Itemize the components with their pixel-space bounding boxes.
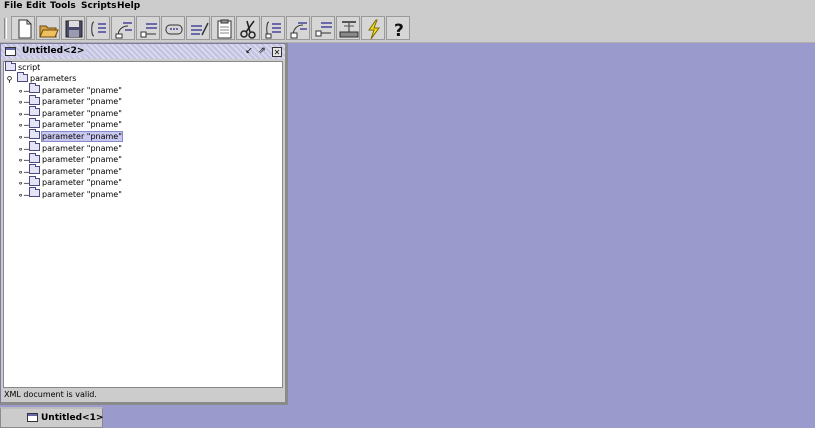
run-button[interactable] <box>361 16 385 40</box>
move-left-button[interactable] <box>286 16 310 40</box>
insert-loop-button[interactable] <box>161 16 185 40</box>
document-window: Untitled<2> ↙ ⇗ ✕ script ⚲ parameters ⚬─… <box>0 43 288 405</box>
save-button[interactable] <box>61 16 85 40</box>
tree-node-parameter[interactable]: parameter "pname" <box>29 164 122 178</box>
tree-node-parameter[interactable]: parameter "pname" <box>29 152 122 166</box>
menu-bar: File Edit Tools Scripts Help <box>0 0 815 14</box>
insert-sibling-button[interactable] <box>136 16 160 40</box>
folder-icon <box>29 187 40 198</box>
tree-node-parameter[interactable]: parameter "pname" <box>29 117 122 131</box>
status-bar: XML document is valid. <box>3 388 283 401</box>
expand-handle-icon[interactable]: ⚬─ <box>17 110 29 119</box>
folder-icon <box>5 60 16 71</box>
tree-node-parameter[interactable]: parameter "pname" <box>29 187 122 201</box>
menu-edit[interactable]: Edit <box>26 1 46 11</box>
insert-element-icon <box>91 21 106 37</box>
window-icon <box>27 413 38 422</box>
tree-node-parameter[interactable]: parameter "pname" <box>29 106 122 120</box>
toolbar: ? <box>0 14 815 43</box>
move-down-button[interactable] <box>311 16 335 40</box>
minimized-window-untitled-1[interactable]: Untitled<1> <box>0 407 103 428</box>
new-document-button[interactable] <box>11 16 35 40</box>
minimized-window-title: Untitled<1> <box>41 413 104 423</box>
tree-node-parameter[interactable]: parameter "pname" <box>29 129 123 143</box>
edit-element-button[interactable] <box>186 16 210 40</box>
folder-icon <box>29 175 40 186</box>
insert-loop-icon <box>165 24 183 35</box>
move-up-icon <box>265 21 281 39</box>
scissors-icon <box>240 20 256 39</box>
expand-handle-icon[interactable]: ⚬─ <box>17 133 29 142</box>
menu-tools[interactable]: Tools <box>50 1 76 11</box>
toolbar-grip[interactable] <box>4 18 7 39</box>
move-left-icon <box>290 22 307 39</box>
folder-icon <box>29 106 40 117</box>
folder-icon <box>29 164 40 175</box>
tree-node-parameter[interactable]: parameter "pname" <box>29 94 122 108</box>
folder-icon <box>17 71 28 82</box>
cut-button[interactable] <box>236 16 260 40</box>
folder-icon <box>29 152 40 163</box>
help-question-icon: ? <box>394 21 404 40</box>
tree-node-parameters[interactable]: parameters <box>17 71 76 85</box>
menu-help[interactable]: Help <box>117 1 140 11</box>
xml-tree[interactable]: script ⚲ parameters ⚬─ parameter "pname" ⚬… <box>3 60 283 388</box>
tree-node-parameter[interactable]: parameter "pname" <box>29 141 122 155</box>
expand-handle-icon[interactable]: ⚬─ <box>17 156 29 165</box>
insert-element-button[interactable] <box>86 16 110 40</box>
save-disk-icon <box>65 20 83 38</box>
maximize-icon[interactable]: ⇗ <box>257 47 267 57</box>
expand-handle-icon[interactable]: ⚬─ <box>17 191 29 200</box>
open-button[interactable] <box>36 16 60 40</box>
insert-sibling-element-icon <box>140 23 157 38</box>
move-up-button[interactable] <box>261 16 285 40</box>
open-folder-icon <box>39 25 59 38</box>
network-icon <box>339 21 359 38</box>
menu-file[interactable]: File <box>4 1 22 11</box>
clipboard-icon <box>217 19 232 39</box>
network-button[interactable] <box>336 16 360 40</box>
tree-node-parameter[interactable]: parameter "pname" <box>29 175 122 189</box>
svg-text:?: ? <box>394 21 404 40</box>
expand-handle-icon[interactable]: ⚬─ <box>17 145 29 154</box>
folder-icon <box>29 141 40 151</box>
folder-icon <box>29 83 40 93</box>
folder-icon <box>29 117 40 128</box>
insert-child-element-icon <box>115 22 132 39</box>
expand-handle-icon[interactable]: ⚬─ <box>17 98 29 107</box>
move-down-icon <box>315 22 332 37</box>
expand-handle-icon[interactable]: ⚬─ <box>17 179 29 188</box>
tree-node-parameter[interactable]: parameter "pname" <box>29 83 122 97</box>
expand-handle-icon[interactable]: ⚬─ <box>17 168 29 177</box>
window-title-bar[interactable]: Untitled<2> ↙ ⇗ ✕ <box>1 44 285 59</box>
menu-scripts[interactable]: Scripts <box>81 1 116 11</box>
expand-handle-icon[interactable]: ⚲ <box>5 75 14 84</box>
lightning-run-icon <box>368 19 380 40</box>
expand-handle-icon[interactable]: ⚬─ <box>17 87 29 96</box>
folder-icon <box>29 94 40 105</box>
folder-icon <box>29 129 40 140</box>
clipboard-button[interactable] <box>211 16 235 40</box>
insert-child-button[interactable] <box>111 16 135 40</box>
window-title: Untitled<2> <box>20 46 87 56</box>
new-document-icon <box>18 19 32 39</box>
window-icon <box>5 47 16 56</box>
expand-handle-icon[interactable]: ⚬─ <box>17 121 29 130</box>
close-icon[interactable]: ✕ <box>272 47 282 57</box>
help-button[interactable]: ? <box>386 16 410 40</box>
minimize-icon[interactable]: ↙ <box>244 47 254 57</box>
edit-element-icon <box>191 22 209 36</box>
